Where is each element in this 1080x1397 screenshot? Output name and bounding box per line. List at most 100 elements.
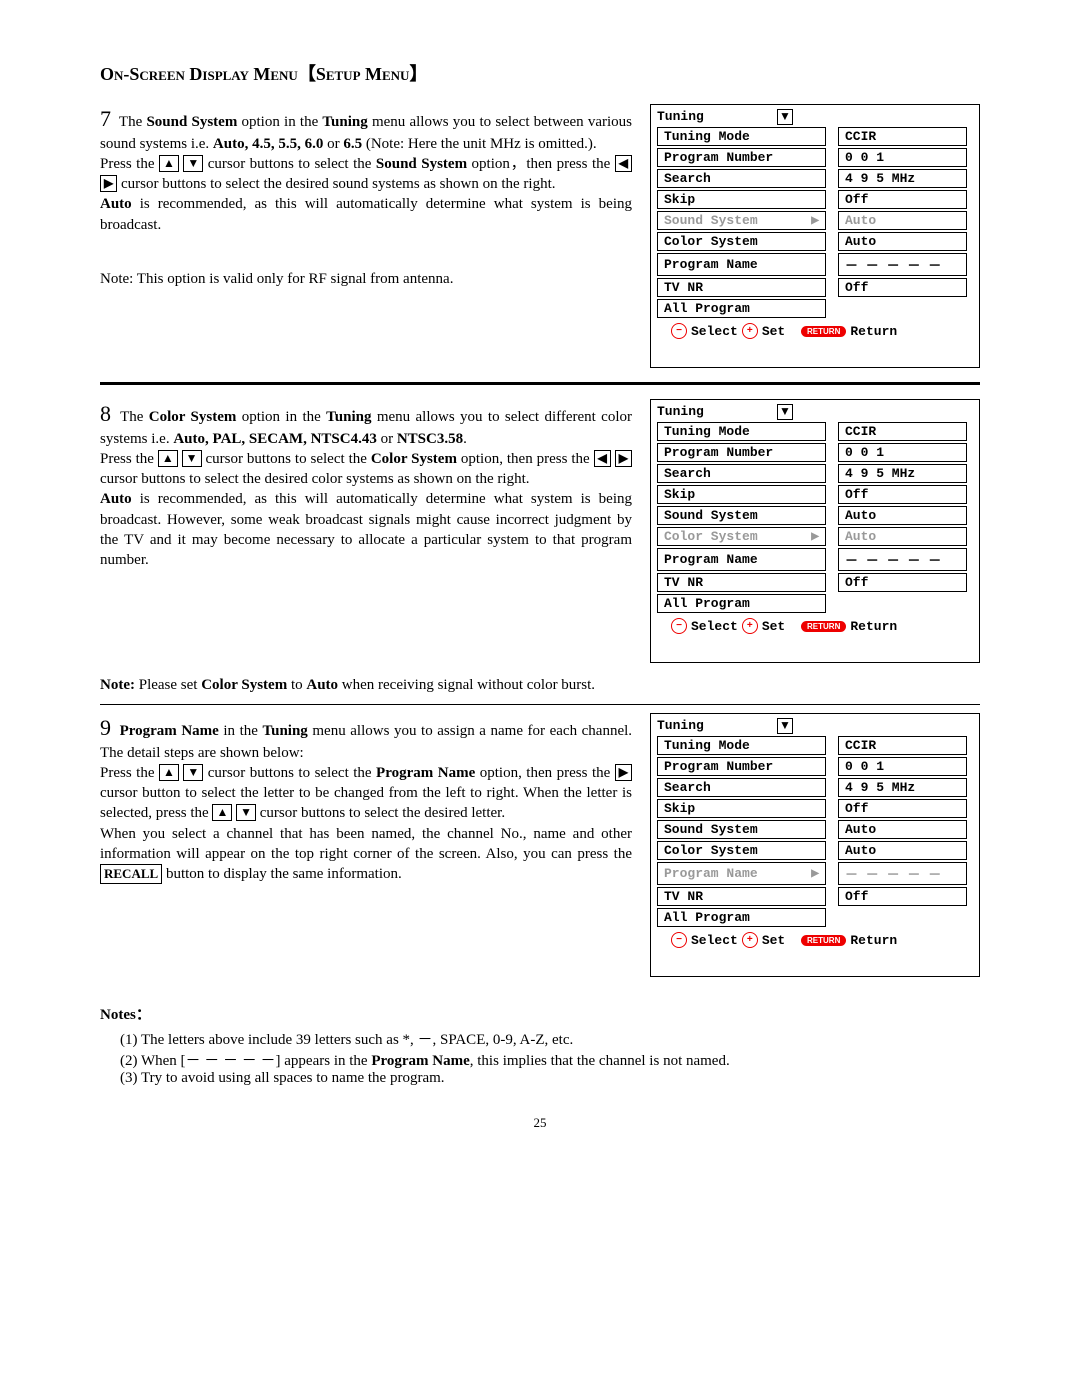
up-key-icon: ▲ [159,155,179,172]
divider [100,704,980,705]
osd-label: Program Number [657,443,826,462]
dropdown-icon: ▼ [777,718,793,734]
note-3: (3) Try to avoid using all spaces to nam… [120,1070,980,1087]
osd-value: 4 9 5 MHz [838,778,967,797]
osd-label: Tuning Mode [657,422,826,441]
osd-value: 0 0 1 [838,148,967,167]
title-b: Setup Menu [316,64,410,84]
osd-row-sound_system: Sound System▶Auto [657,211,973,230]
osd-title: Tuning [657,109,777,125]
osd-value: Off [838,887,967,906]
osd-footer: −Select +Set RETURN Return [651,929,979,948]
osd-value: 4 9 5 MHz [838,169,967,188]
section-8: 8 The Color System option in the Tuning … [100,399,980,663]
t: option in the [236,409,326,425]
osd-value: － － － － － [838,862,967,885]
num-9: 9 [100,715,111,740]
osd-label: Tuning Mode [657,127,826,146]
left-key-icon: ◀ [615,155,632,172]
t: NTSC3.58 [397,431,463,447]
osd-value: Off [838,799,967,818]
osd-value: Auto [838,527,967,546]
osd-value: 0 0 1 [838,443,967,462]
osd-label: TV NR [657,573,826,592]
osd-value: － － － － － [838,548,967,571]
label-return: Return [850,324,897,339]
t: Program Name [371,1053,469,1069]
osd-label: TV NR [657,887,826,906]
t: option, then press the [457,451,594,467]
t: cursor buttons to select the desired sou… [117,176,555,192]
osd-label: Program Name [657,253,826,276]
t: The [119,114,147,130]
note-7: Note: This option is valid only for RF s… [100,269,632,289]
osd-label: All Program [657,594,826,613]
osd-row-sound_system: Sound SystemAuto [657,820,973,839]
title-a: On-Screen Display Menu [100,64,298,84]
osd-value: Off [838,190,967,209]
t: Please set [135,677,201,693]
osd-label: Skip [657,485,826,504]
t: button to display the same information. [162,866,402,882]
t: Color System [201,677,287,693]
label-return: Return [850,933,897,948]
osd-row-program_name: Program Name▶－ － － － － [657,862,973,885]
osd-row-tuning_mode: Tuning ModeCCIR [657,422,973,441]
osd-label: All Program [657,299,826,318]
osd-row-all_program: All Program [657,908,973,927]
t: Auto, PAL, SECAM, NTSC4.43 [173,431,377,447]
minus-icon: − [671,323,687,339]
t: Color System [149,409,237,425]
osd-9: Tuning▼Tuning ModeCCIRProgram Number0 0 … [650,713,980,977]
left-key-icon: ◀ [594,450,611,467]
osd-row-program_name: Program Name－ － － － － [657,253,973,276]
t: in the [219,723,263,739]
note-8: Note: Please set Color System to Auto wh… [100,677,980,694]
minus-icon: − [671,618,687,634]
t: Program Name [120,723,219,739]
notes-list: (1) The letters above include 39 letters… [120,1028,980,1087]
osd-row-tv_nr: TV NR Off [657,887,973,906]
t: When you select a channel that has been … [100,826,632,862]
divider [100,382,980,385]
t: Auto [100,196,132,212]
osd-row-skip: SkipOff [657,190,973,209]
osd-row-search: Search 4 9 5 MHz [657,169,973,188]
t: Program Name [376,765,475,781]
osd-label: Search [657,169,826,188]
return-pill-icon: RETURN [801,935,846,946]
t: Auto [306,677,338,693]
osd-row-color_system: Color SystemAuto [657,841,973,860]
osd-footer: −Select +Set RETURN Return [651,320,979,339]
osd-row-tuning_mode: Tuning ModeCCIR [657,736,973,755]
t: Tuning [326,409,371,425]
right-arrow-icon: ▶ [811,531,819,542]
osd-value: Off [838,573,967,592]
osd-value: Auto [838,211,967,230]
osd-title: Tuning [657,718,777,734]
osd-row-color_system: Color SystemAuto [657,232,973,251]
t: Sound System [376,156,467,172]
right-key-icon: ▶ [615,450,632,467]
t: Tuning [262,723,307,739]
up-key-icon: ▲ [159,764,179,781]
osd-value: Off [838,278,967,297]
notes-heading: Notes： [100,1003,980,1024]
osd-row-search: Search4 9 5 MHz [657,778,973,797]
down-key-icon: ▼ [183,155,203,172]
label-set: Set [762,619,785,634]
t: cursor buttons to select the desired col… [100,471,530,487]
osd-label: Program Number [657,148,826,167]
section-7-text: 7 The Sound System option in the Tuning … [100,104,632,289]
t: (2) When [－ － － － －] appears in the [120,1053,371,1069]
t: Press the [100,451,158,467]
t: (Note: Here the unit MHz is omitted.). [362,136,597,152]
right-key-icon: ▶ [615,764,632,781]
t: , this implies that the channel is not n… [470,1053,730,1069]
section-8-text: 8 The Color System option in the Tuning … [100,399,632,570]
t: Note: [100,677,135,693]
t: Press the [100,765,159,781]
t: cursor buttons to select the [202,451,371,467]
osd-label: Tuning Mode [657,736,826,755]
label-select: Select [691,619,738,634]
